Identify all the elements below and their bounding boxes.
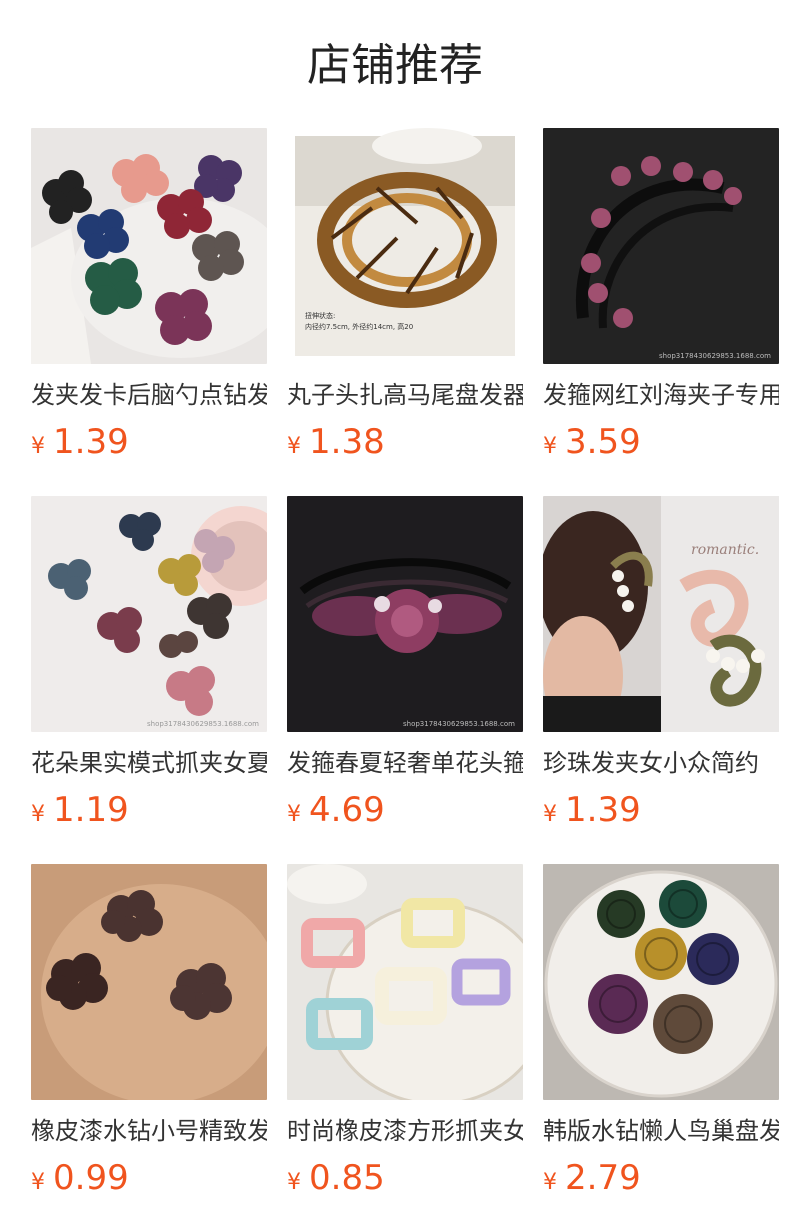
product-name[interactable]: 橡皮漆水钻小号精致发 xyxy=(31,1116,267,1146)
shop-recommend-page: 店铺推荐 发夹发卡后脑勺点钻发 ¥ 1.39 扭伸状态: 内径约7.5cm, 外… xyxy=(0,0,790,1232)
product-name[interactable]: 发夹发卡后脑勺点钻发 xyxy=(31,380,267,410)
product-card[interactable]: shop3178430629853.1688.com 发箍春夏轻奢单花头箍 ¥ … xyxy=(287,496,523,864)
flower-barrettes-image[interactable]: shop3178430629853.1688.com xyxy=(31,496,267,732)
product-price: ¥ 2.79 xyxy=(543,1158,779,1198)
currency-symbol: ¥ xyxy=(31,1170,45,1195)
product-name[interactable]: 韩版水钻懒人鸟巢盘发 xyxy=(543,1116,779,1146)
svg-text:romantic.: romantic. xyxy=(691,542,759,558)
product-card[interactable]: 韩版水钻懒人鸟巢盘发 ¥ 2.79 xyxy=(543,864,779,1232)
product-price: ¥ 1.39 xyxy=(543,790,779,830)
section-title: 店铺推荐 xyxy=(307,40,483,91)
product-price: ¥ 4.69 xyxy=(287,790,523,830)
product-price: ¥ 3.59 xyxy=(543,422,779,462)
price-value: 1.39 xyxy=(53,422,129,462)
price-value: 1.38 xyxy=(309,422,385,462)
product-name[interactable]: 时尚橡皮漆方形抓夹女 xyxy=(287,1116,523,1146)
currency-symbol: ¥ xyxy=(287,1170,301,1195)
svg-text:扭伸状态:: 扭伸状态: xyxy=(305,311,335,320)
flower-clips-image[interactable] xyxy=(31,128,267,364)
rhinestone-headband-image[interactable]: shop3178430629853.1688.com xyxy=(543,128,779,364)
svg-text:shop3178430629853.1688.com: shop3178430629853.1688.com xyxy=(659,352,771,360)
svg-text:shop3178430629853.1688.com: shop3178430629853.1688.com xyxy=(403,720,515,728)
price-value: 0.85 xyxy=(309,1158,385,1198)
price-value: 3.59 xyxy=(565,422,641,462)
svg-text:内径约7.5cm, 外径约14cm, 高20: 内径约7.5cm, 外径约14cm, 高20 xyxy=(305,322,413,331)
currency-symbol: ¥ xyxy=(31,434,45,459)
product-name[interactable]: 发箍春夏轻奢单花头箍 xyxy=(287,748,523,778)
product-price: ¥ 0.99 xyxy=(31,1158,267,1198)
product-card[interactable]: 时尚橡皮漆方形抓夹女 ¥ 0.85 xyxy=(287,864,523,1232)
bird-nest-bun-image[interactable]: 扭伸状态: 内径约7.5cm, 外径约14cm, 高20 xyxy=(287,128,523,364)
svg-text:shop3178430629853.1688.com: shop3178430629853.1688.com xyxy=(147,720,259,728)
product-card[interactable]: 发夹发卡后脑勺点钻发 ¥ 1.39 xyxy=(31,128,267,496)
product-card[interactable]: shop3178430629853.1688.com 花朵果实模式抓夹女夏 ¥ … xyxy=(31,496,267,864)
product-price: ¥ 1.38 xyxy=(287,422,523,462)
product-name[interactable]: 珍珠发夹女小众简约 xyxy=(543,748,779,778)
price-value: 1.19 xyxy=(53,790,129,830)
product-card[interactable]: romantic. 珍珠发夹女小众简约 ¥ 1.39 xyxy=(543,496,779,864)
price-value: 2.79 xyxy=(565,1158,641,1198)
currency-symbol: ¥ xyxy=(287,802,301,827)
currency-symbol: ¥ xyxy=(543,802,557,827)
product-name[interactable]: 丸子头扎高马尾盘发器 xyxy=(287,380,523,410)
product-price: ¥ 0.85 xyxy=(287,1158,523,1198)
pearl-claw-clip-image[interactable]: romantic. xyxy=(543,496,779,732)
currency-symbol: ¥ xyxy=(287,434,301,459)
product-card[interactable]: 橡皮漆水钻小号精致发 ¥ 0.99 xyxy=(31,864,267,1232)
product-price: ¥ 1.39 xyxy=(31,422,267,462)
small-flower-clips-image[interactable] xyxy=(31,864,267,1100)
product-name[interactable]: 发箍网红刘海夹子专用 xyxy=(543,380,779,410)
square-claw-clips-image[interactable] xyxy=(287,864,523,1100)
product-grid: 发夹发卡后脑勺点钻发 ¥ 1.39 扭伸状态: 内径约7.5cm, 外径约14c… xyxy=(31,128,779,1232)
currency-symbol: ¥ xyxy=(543,434,557,459)
price-value: 4.69 xyxy=(309,790,385,830)
price-value: 1.39 xyxy=(565,790,641,830)
product-name[interactable]: 花朵果实模式抓夹女夏 xyxy=(31,748,267,778)
bird-nest-clips-image[interactable] xyxy=(543,864,779,1100)
currency-symbol: ¥ xyxy=(543,1170,557,1195)
product-price: ¥ 1.19 xyxy=(31,790,267,830)
crystal-flower-headband-image[interactable]: shop3178430629853.1688.com xyxy=(287,496,523,732)
currency-symbol: ¥ xyxy=(31,802,45,827)
product-card[interactable]: shop3178430629853.1688.com 发箍网红刘海夹子专用 ¥ … xyxy=(543,128,779,496)
price-value: 0.99 xyxy=(53,1158,129,1198)
product-card[interactable]: 扭伸状态: 内径约7.5cm, 外径约14cm, 高20 丸子头扎高马尾盘发器 … xyxy=(287,128,523,496)
